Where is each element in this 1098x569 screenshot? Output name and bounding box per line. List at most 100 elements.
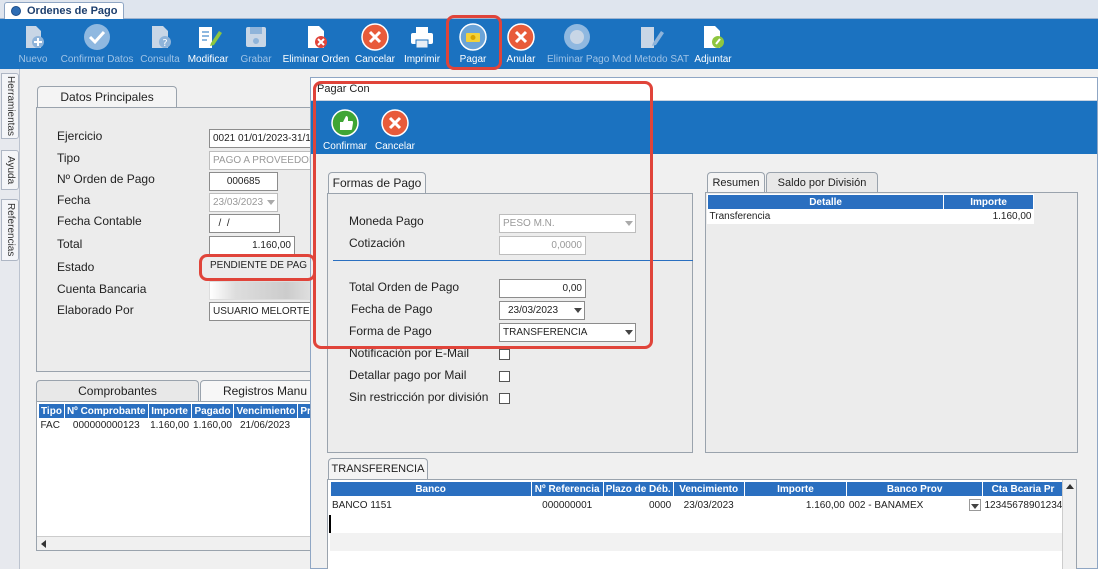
tab-comprobantes[interactable]: Comprobantes [36, 380, 199, 402]
grid-header-row: Detalle Importe [706, 194, 1034, 210]
column-header[interactable]: Nº Referencia [530, 481, 604, 497]
cotizacion-field[interactable]: 0,0000 [499, 236, 586, 255]
horizontal-scrollbar[interactable] [37, 536, 335, 550]
eliminar-pago-button[interactable]: Eliminar Pago [547, 19, 609, 69]
banco-prov-dropdown[interactable] [969, 499, 982, 511]
void-x-icon [507, 23, 535, 51]
column-header[interactable]: Importe [743, 481, 848, 497]
tipo-label: Tipo [57, 151, 80, 165]
banco-prov-cell[interactable]: 002 - BANAMEX [847, 497, 983, 515]
sin-restriccion-checkbox[interactable] [499, 393, 510, 404]
column-header[interactable]: Tipo [38, 403, 65, 419]
column-header[interactable]: Cta Bcaria Pr [981, 481, 1065, 497]
cell[interactable]: 1.160,00 [744, 497, 847, 515]
adjuntar-button[interactable]: Adjuntar [692, 19, 734, 69]
confirmar-button[interactable]: Confirmar [321, 101, 369, 154]
column-header[interactable]: Detalle [706, 194, 945, 210]
tab-transferencia[interactable]: TRANSFERENCIA [328, 458, 428, 480]
fecha-contable-field[interactable]: / / [209, 214, 280, 233]
tab-label: Ordenes de Pago [27, 5, 118, 17]
checkmark-icon [84, 24, 110, 50]
detallar-pago-checkbox[interactable] [499, 371, 510, 382]
column-header[interactable]: Pagado [190, 403, 235, 419]
resumen-panel: Detalle Importe Transferencia 1.160,00 [705, 192, 1078, 453]
formas-de-pago-panel: Moneda Pago PESO M.N. Cotización 0,0000 … [327, 193, 693, 453]
cancelar-button[interactable]: Cancelar [354, 19, 396, 69]
tab-formas-de-pago[interactable]: Formas de Pago [328, 172, 426, 194]
grabar-button[interactable]: Grabar [236, 19, 276, 69]
delete-document-icon [308, 26, 327, 48]
total-orden-field[interactable]: 0,00 [499, 279, 586, 298]
scroll-left-icon[interactable] [41, 540, 46, 548]
total-label: Total [57, 237, 83, 251]
column-header[interactable]: Banco [329, 481, 532, 497]
tab-resumen[interactable]: Resumen [707, 172, 765, 193]
cell[interactable]: 000000001 [531, 497, 603, 515]
mod-metodo-sat-button[interactable]: Mod Metodo SAT [612, 19, 689, 69]
cell[interactable]: Transferencia [708, 210, 944, 224]
tab-datos-principales[interactable]: Datos Principales [37, 86, 177, 108]
document-tab-strip: Ordenes de Pago [0, 0, 1098, 19]
cell[interactable]: 23/03/2023 [673, 497, 744, 515]
chevron-down-icon [971, 504, 980, 509]
column-header[interactable]: Plazo de Déb. [602, 481, 674, 497]
total-field[interactable]: 1.160,00 [209, 236, 295, 255]
table-row[interactable]: Transferencia 1.160,00 [708, 210, 1034, 224]
tab-ayuda[interactable]: Ayuda [1, 150, 19, 190]
cell[interactable]: 0000 [603, 497, 673, 515]
cell[interactable]: 000000000123 [64, 419, 148, 433]
notificacion-email-checkbox[interactable] [499, 349, 510, 360]
delete-payment-icon [564, 24, 590, 50]
thumbs-up-icon [331, 109, 359, 137]
eliminar-orden-button[interactable]: Eliminar Orden [282, 19, 350, 69]
document-query-icon: ? [152, 26, 171, 49]
cell[interactable]: 1.160,00 [944, 210, 1034, 224]
cancelar-dialog-button[interactable]: Cancelar [373, 101, 417, 154]
column-header[interactable]: Importe [147, 403, 192, 419]
pagar-button[interactable]: Pagar [452, 19, 494, 69]
column-header[interactable]: Importe [943, 194, 1034, 210]
fecha-field[interactable]: 23/03/2023 [209, 193, 278, 212]
cancel-x-icon [381, 109, 409, 137]
column-header[interactable]: Banco Prov [846, 481, 983, 497]
tab-referencias[interactable]: Referencias [1, 199, 19, 261]
cell[interactable]: 1.160,00 [191, 419, 234, 433]
modificar-button[interactable]: Modificar [185, 19, 231, 69]
cancel-x-icon [361, 23, 389, 51]
dialog-title: Pagar Con [311, 78, 1097, 101]
new-document-icon [26, 26, 44, 48]
tab-saldo-por-division[interactable]: Saldo por División [766, 172, 878, 193]
cell[interactable]: 1.160,00 [148, 419, 191, 433]
moneda-select[interactable]: PESO M.N. [499, 214, 636, 233]
forma-pago-select[interactable]: TRANSFERENCIA [499, 323, 636, 342]
fecha-label: Fecha [57, 193, 91, 207]
chevron-down-icon [625, 330, 633, 335]
table-row[interactable]: BANCO 1151 000000001 0000 23/03/2023 1.1… [330, 497, 1064, 515]
confirmar-datos-button[interactable]: Confirmar Datos [59, 19, 135, 69]
nuevo-button[interactable]: Nuevo [12, 19, 54, 69]
imprimir-button[interactable]: Imprimir [401, 19, 443, 69]
tab-ordenes-de-pago[interactable]: Ordenes de Pago [4, 2, 125, 19]
column-header[interactable]: Vencimiento [233, 403, 299, 419]
column-header[interactable]: Nº Comprobante [63, 403, 149, 419]
tab-herramientas[interactable]: Herramientas [1, 73, 19, 139]
attach-icon [704, 26, 724, 48]
notificacion-email-label: Notificación por E-Mail [349, 346, 470, 360]
new-row[interactable] [328, 514, 1064, 533]
anular-button[interactable]: Anular [501, 19, 541, 69]
cell[interactable]: 123456789012345 [982, 497, 1063, 515]
cell[interactable]: FAC [39, 419, 65, 433]
section-divider [333, 260, 693, 261]
fecha-pago-field[interactable]: 23/03/2023 [499, 301, 585, 320]
cell[interactable]: 21/06/2023 [234, 419, 298, 433]
cell[interactable]: BANCO 1151 [330, 497, 531, 515]
scroll-up-icon[interactable] [1066, 484, 1074, 489]
vertical-scrollbar[interactable] [1062, 480, 1076, 569]
column-header[interactable]: Vencimiento [672, 481, 745, 497]
table-row[interactable]: FAC 000000000123 1.160,00 1.160,00 21/06… [39, 419, 320, 433]
printer-icon [411, 27, 433, 49]
detallar-pago-label: Detallar pago por Mail [349, 368, 467, 382]
orden-field[interactable]: 000685 [209, 172, 278, 191]
transferencia-grid: Banco Nº Referencia Plazo de Déb. Vencim… [327, 479, 1077, 569]
consulta-button[interactable]: ? Consulta [139, 19, 181, 69]
